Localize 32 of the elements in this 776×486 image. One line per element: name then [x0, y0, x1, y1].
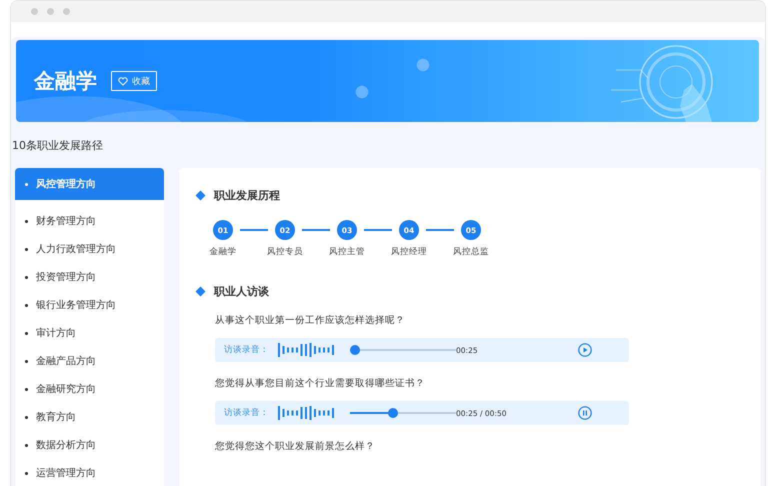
interview-question: 从事这个职业第一份工作应该怎样选择呢？: [215, 314, 406, 327]
waveform-icon: [278, 343, 336, 357]
sidebar-item[interactable]: 财务管理方向: [15, 207, 164, 235]
sidebar-item[interactable]: 金融产品方向: [15, 347, 164, 375]
sidebar-item[interactable]: 风控管理方向: [15, 168, 164, 200]
interview-question: 您觉得从事您目前这个行业需要取得哪些证书？: [215, 377, 426, 390]
play-icon[interactable]: [578, 343, 592, 357]
sidebar-item[interactable]: 投资管理方向: [15, 263, 164, 291]
player-label: 访谈录音：: [224, 344, 270, 356]
sidebar-item[interactable]: 金融研究方向: [15, 375, 164, 403]
step-label: 风控经理: [391, 246, 427, 258]
sidebar-item[interactable]: 数据分析方向: [15, 431, 164, 459]
banner-title: 金融学: [34, 68, 97, 95]
step-label: 风控总监: [453, 246, 489, 258]
interview-question: 您觉得您这个职业发展前景怎么样？: [215, 440, 376, 453]
sidebar-item[interactable]: 审计方向: [15, 319, 164, 347]
section-heading: 职业人访谈: [214, 284, 269, 299]
section-heading: 10条职业发展路径: [11, 138, 104, 154]
progress-thumb[interactable]: [388, 408, 398, 418]
sidebar-item[interactable]: 教育方向: [15, 403, 164, 431]
waveform-icon: [278, 406, 336, 420]
step-label: 风控专员: [267, 246, 303, 258]
sidebar-item[interactable]: 人力行政管理方向: [15, 235, 164, 263]
step-label: 风控主管: [329, 246, 365, 258]
section-heading: 职业发展历程: [214, 188, 280, 203]
sidebar-item[interactable]: 运营管理方向: [15, 459, 164, 486]
heart-icon: [118, 76, 128, 86]
sidebar-item[interactable]: 银行业务管理方向: [15, 291, 164, 319]
player-label: 访谈录音：: [224, 407, 270, 419]
pause-icon[interactable]: [578, 406, 592, 420]
step-label: 金融学: [210, 246, 236, 258]
progress-thumb[interactable]: [350, 345, 360, 355]
